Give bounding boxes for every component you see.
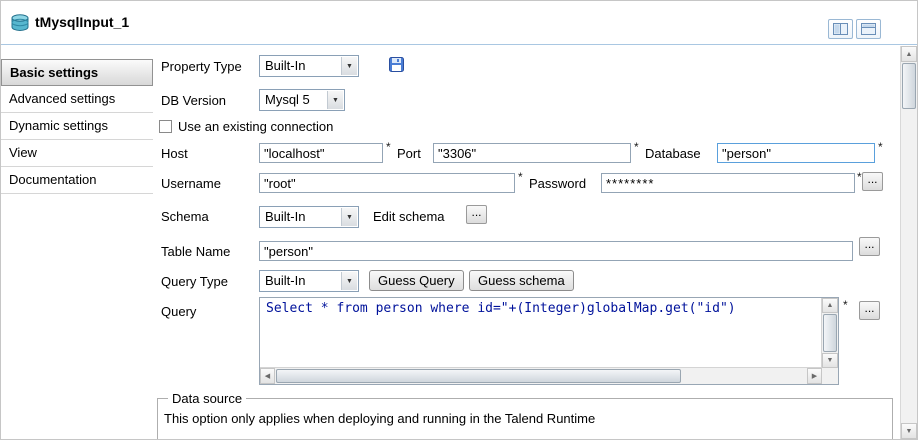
db-version-value: Mysql 5 [265,92,310,108]
left-arrow-icon: ◀ [265,373,270,380]
layout-columns-button[interactable] [828,19,853,39]
host-input[interactable] [259,143,383,163]
panel-scrollbar[interactable]: ▲ ▼ [900,46,917,439]
ellipsis-icon: ... [867,172,877,186]
port-input[interactable] [433,143,631,163]
dropdown-arrow-icon[interactable]: ▼ [327,91,343,109]
data-source-group: Data source This option only applies whe… [157,391,893,440]
schema-select[interactable]: Built-In ▼ [259,206,359,228]
rows-icon [861,23,876,35]
password-input[interactable] [601,173,855,193]
db-version-select[interactable]: Mysql 5 ▼ [259,89,345,111]
dropdown-arrow-icon[interactable]: ▼ [341,57,357,75]
table-name-input[interactable] [259,241,853,261]
scrollbar-corner [822,368,838,384]
scroll-left-button[interactable]: ◀ [260,368,275,384]
scroll-right-button[interactable]: ▶ [807,368,822,384]
query-text[interactable]: Select * from person where id="+(Integer… [266,301,816,316]
data-source-legend: Data source [168,391,246,406]
dropdown-arrow-icon[interactable]: ▼ [341,272,357,290]
query-label: Query [161,304,196,319]
vertical-scroll-thumb[interactable] [823,314,837,352]
horizontal-scroll-thumb[interactable] [276,369,681,383]
sidebar-item-documentation[interactable]: Documentation [1,167,153,194]
query-type-label: Query Type [161,274,228,289]
sidebar-item-dynamic-settings[interactable]: Dynamic settings [1,113,153,140]
query-required-marker: * [843,298,848,312]
username-required-marker: * [518,170,523,184]
table-name-ellipsis-button[interactable]: ... [859,237,880,256]
query-vertical-scrollbar[interactable]: ▲ ▼ [821,298,838,368]
edit-schema-ellipsis-button[interactable]: ... [466,205,487,224]
data-source-note: This option only applies when deploying … [164,411,892,426]
query-type-value: Built-In [265,273,305,289]
dropdown-arrow-icon[interactable]: ▼ [341,208,357,226]
password-required-marker: * [857,170,862,184]
schema-label: Schema [161,209,209,224]
table-name-label: Table Name [161,244,230,259]
use-existing-connection-checkbox[interactable] [159,120,172,133]
username-input[interactable] [259,173,515,193]
settings-nav: Basic settings Advanced settings Dynamic… [1,46,153,194]
save-icon[interactable] [389,57,404,75]
host-required-marker: * [386,140,391,154]
ellipsis-icon: ... [864,237,874,251]
sidebar-item-view[interactable]: View [1,140,153,167]
use-existing-connection-label: Use an existing connection [178,119,333,134]
property-type-label: Property Type [161,59,242,74]
right-arrow-icon: ▶ [812,373,817,380]
database-required-marker: * [878,140,883,154]
database-label: Database [645,146,701,161]
db-version-label: DB Version [161,93,226,108]
component-icon [10,14,30,35]
password-ellipsis-button[interactable]: ... [862,172,883,191]
property-type-value: Built-In [265,58,305,74]
query-horizontal-scrollbar[interactable]: ◀ ▶ [260,367,822,384]
sidebar-item-label: Documentation [9,172,96,187]
scroll-down-button[interactable]: ▼ [901,423,917,439]
component-settings-panel: tMysqlInput_1 Basic settings Advanced se… [0,0,918,440]
ellipsis-icon: ... [471,205,481,219]
panel-scroll-thumb[interactable] [902,63,916,109]
scroll-up-button[interactable]: ▲ [901,46,917,62]
up-arrow-icon: ▲ [827,302,834,309]
host-label: Host [161,146,188,161]
header: tMysqlInput_1 [1,1,917,45]
port-required-marker: * [634,140,639,154]
scroll-up-button[interactable]: ▲ [822,298,838,313]
sidebar-item-advanced-settings[interactable]: Advanced settings [1,86,153,113]
guess-schema-button[interactable]: Guess schema [469,270,574,291]
query-editor[interactable]: Select * from person where id="+(Integer… [259,297,839,385]
columns-icon [833,23,848,35]
ellipsis-icon: ... [864,301,874,315]
sidebar-item-label: Advanced settings [9,91,115,106]
sidebar-item-label: Dynamic settings [9,118,108,133]
query-ellipsis-button[interactable]: ... [859,301,880,320]
sidebar-item-label: Basic settings [10,65,98,80]
scroll-down-button[interactable]: ▼ [822,353,838,368]
database-input[interactable] [717,143,875,163]
up-arrow-icon: ▲ [906,51,913,58]
schema-value: Built-In [265,209,305,225]
edit-schema-label: Edit schema [373,209,445,224]
query-type-select[interactable]: Built-In ▼ [259,270,359,292]
layout-rows-button[interactable] [856,19,881,39]
guess-query-button[interactable]: Guess Query [369,270,464,291]
down-arrow-icon: ▼ [827,357,834,364]
component-title: tMysqlInput_1 [35,14,129,30]
down-arrow-icon: ▼ [906,428,913,435]
sidebar-item-basic-settings[interactable]: Basic settings [1,59,153,86]
port-label: Port [397,146,421,161]
password-label: Password [529,176,586,191]
property-type-select[interactable]: Built-In ▼ [259,55,359,77]
username-label: Username [161,176,221,191]
sidebar-item-label: View [9,145,37,160]
